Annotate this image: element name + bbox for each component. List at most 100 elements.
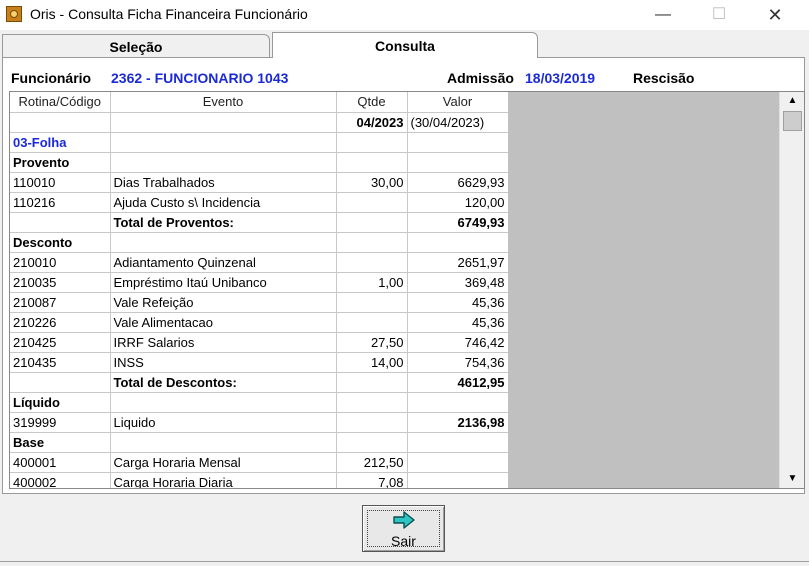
close-button[interactable]: ✕ [752,0,798,30]
column-header-row: Rotina/Código Evento Qtde Valor [10,92,509,113]
valor-cell: 2651,97 [407,252,509,273]
code-cell [10,372,111,393]
table-row[interactable]: 110010 Dias Trabalhados 30,00 6629,93 [10,172,509,193]
code-cell: 210226 [10,312,111,333]
table-row[interactable]: Líquido [10,392,509,413]
scroll-up-icon[interactable]: ▲ [780,92,804,110]
event-cell [110,132,337,153]
event-cell: Adiantamento Quinzenal [110,252,337,273]
code-cell: 210010 [10,252,111,273]
event-cell: Carga Horaria Diaria [110,472,337,488]
sair-button[interactable]: Sair [362,505,445,552]
code-cell: 210087 [10,292,111,313]
table-row[interactable]: Total de Descontos: 4612,95 [10,372,509,393]
valor-cell: 369,48 [407,272,509,293]
scroll-down-icon[interactable]: ▼ [780,470,804,488]
code-cell: Base [10,432,111,453]
table-row[interactable]: 210435 INSS 14,00 754,36 [10,352,509,373]
qtde-cell [336,432,408,453]
table-row[interactable]: 110216 Ajuda Custo s\ Incidencia 120,00 [10,192,509,213]
rescisao-label: Rescisão [633,70,695,86]
maximize-button[interactable]: ☐ [696,0,742,30]
qtde-cell [336,372,408,393]
financial-grid[interactable]: Rotina/Código Evento Qtde Valor 04/2023 … [9,91,805,489]
event-cell: Dias Trabalhados [110,172,337,193]
qtde-cell [336,192,408,213]
table-row[interactable]: Desconto [10,232,509,253]
event-cell: Vale Refeição [110,292,337,313]
tab-consulta[interactable]: Consulta [272,32,538,58]
valor-cell: 746,42 [407,332,509,353]
valor-cell: 754,36 [407,352,509,373]
valor-cell [407,232,509,253]
qtde-cell [336,292,408,313]
table-row[interactable]: 03-Folha [10,132,509,153]
table-row[interactable]: 319999 Liquido 2136,98 [10,412,509,433]
qtde-cell [336,412,408,433]
arrow-right-icon [393,511,415,529]
qtde-cell: 7,08 [336,472,408,488]
table-row[interactable]: Total de Proventos: 6749,93 [10,212,509,233]
table-row[interactable]: 210425 IRRF Salarios 27,50 746,42 [10,332,509,353]
valor-cell [407,392,509,413]
title-bar: Oris - Consulta Ficha Financeira Funcion… [0,0,809,30]
code-cell: 400002 [10,472,111,488]
event-cell: Empréstimo Itaú Unibanco [110,272,337,293]
column-header[interactable]: Valor [407,92,509,113]
column-header[interactable]: Qtde [336,92,408,113]
table-row[interactable]: Base [10,432,509,453]
event-cell [110,152,337,173]
app-icon[interactable] [6,6,22,22]
qtde-cell: 30,00 [336,172,408,193]
admissao-value: 18/03/2019 [525,70,596,86]
qtde-cell: 1,00 [336,272,408,293]
code-cell: 110216 [10,192,111,213]
table-row[interactable]: 400002 Carga Horaria Diaria 7,08 [10,472,509,488]
event-cell: Liquido [110,412,337,433]
table-row[interactable]: 210226 Vale Alimentacao 45,36 [10,312,509,333]
code-cell: 210435 [10,352,111,373]
financial-table: Rotina/Código Evento Qtde Valor 04/2023 … [10,92,509,488]
column-header[interactable]: Rotina/Código [10,92,111,113]
event-cell: Carga Horaria Mensal [110,452,337,473]
period-month: 04/2023 [336,112,408,133]
qtde-cell [336,392,408,413]
table-row[interactable]: 400001 Carga Horaria Mensal 212,50 [10,452,509,473]
valor-cell: 6629,93 [407,172,509,193]
sair-label: Sair [391,533,416,549]
valor-cell: 120,00 [407,192,509,213]
code-cell: 400001 [10,452,111,473]
status-bar [0,561,809,566]
scroll-thumb[interactable] [783,111,802,131]
table-row[interactable]: Provento [10,152,509,173]
event-cell [110,392,337,413]
qtde-cell [336,232,408,253]
valor-cell: 45,36 [407,292,509,313]
funcionario-value: 2362 - FUNCIONARIO 1043 [111,70,289,86]
code-cell: Provento [10,152,111,173]
vertical-scrollbar[interactable]: ▲ ▼ [779,92,804,488]
valor-cell [407,432,509,453]
event-cell: Total de Descontos: [110,372,337,393]
event-cell [110,432,337,453]
event-cell: IRRF Salarios [110,332,337,353]
valor-cell: 45,36 [407,312,509,333]
event-cell: Total de Proventos: [110,212,337,233]
period-row: 04/2023 (30/04/2023) [10,112,509,133]
table-row[interactable]: 210010 Adiantamento Quinzenal 2651,97 [10,252,509,273]
tab-selecao[interactable]: Seleção [2,34,270,57]
column-header[interactable]: Evento [110,92,337,113]
qtde-cell [336,212,408,233]
code-cell: 210035 [10,272,111,293]
minimize-button[interactable]: — [640,0,686,30]
period-cell [110,112,337,133]
code-cell: 319999 [10,412,111,433]
code-cell: 03-Folha [10,132,111,153]
valor-cell: 6749,93 [407,212,509,233]
valor-cell [407,132,509,153]
table-row[interactable]: 210035 Empréstimo Itaú Unibanco 1,00 369,48 [10,272,509,293]
valor-cell [407,152,509,173]
table-row[interactable]: 210087 Vale Refeição 45,36 [10,292,509,313]
period-cell [10,112,111,133]
window-title: Oris - Consulta Ficha Financeira Funcion… [30,6,308,22]
